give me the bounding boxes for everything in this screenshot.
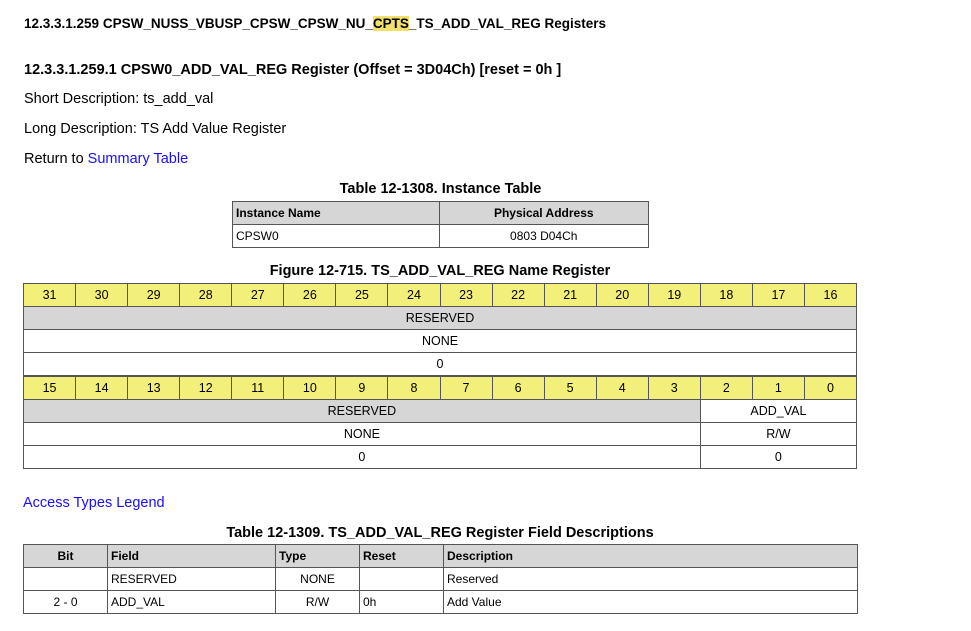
bit-number-cell: 0	[803, 376, 858, 400]
bit-number-cell: 3	[647, 376, 701, 400]
bit-number-cell: 22	[491, 283, 545, 307]
bit-number-cell: 8	[387, 376, 441, 400]
reset-cell	[359, 567, 444, 591]
instance-name-header: Instance Name	[232, 201, 440, 225]
return-to-line: Return to Summary Table	[24, 151, 188, 167]
section-title-prefix: 12.3.3.1.259 CPSW_NUSS_VBUSP_CPSW_CPSW_N…	[24, 16, 373, 31]
long-description: Long Description: TS Add Value Register	[24, 121, 287, 137]
reset-cell: 0h	[359, 590, 444, 614]
access-types-legend-link[interactable]: Access Types Legend	[23, 495, 165, 511]
field-header: Field	[107, 544, 276, 568]
return-to-prefix: Return to	[24, 151, 88, 167]
bit-number-cell: 29	[127, 283, 181, 307]
summary-table-link[interactable]: Summary Table	[88, 151, 188, 167]
bit-number-cell: 24	[387, 283, 441, 307]
bit-number-cell: 10	[283, 376, 337, 400]
bit-number-cell: 19	[647, 283, 701, 307]
lower-reserved-reset: 0	[23, 445, 701, 469]
bit-header: Bit	[23, 544, 108, 568]
reset-header: Reset	[359, 544, 444, 568]
bit-number-cell: 20	[595, 283, 649, 307]
bit-number-cell: 26	[283, 283, 337, 307]
bit-number-cell: 18	[699, 283, 753, 307]
bit-number-cell: 15	[22, 376, 77, 400]
register-lower-half: 15 14 13 12 11 10 9 8 7 6 5 4 3 2 1 0 RESERVED ADD_VAL …	[22, 376, 858, 469]
register-upper-half: 31 30 29 28 27 26 25 24 23 22 21 20 19 18 17 16 RESERVE…	[22, 283, 858, 376]
bit-number-cell: 2	[699, 376, 753, 400]
bit-number-cell: 21	[543, 283, 597, 307]
short-description: Short Description: ts_add_val	[24, 91, 214, 107]
table-row: RESERVED NONE Reserved	[23, 567, 858, 591]
description-cell: Add Value	[443, 590, 858, 614]
bit-number-cell: 9	[335, 376, 389, 400]
instance-table-caption: Table 12-1308. Instance Table	[339, 181, 542, 197]
bit-number-cell: 23	[439, 283, 493, 307]
bit-number-cell: 17	[751, 283, 805, 307]
bit-cell	[23, 567, 108, 591]
bit-number-cell: 1	[751, 376, 805, 400]
bit-number-cell: 12	[179, 376, 233, 400]
description-header: Description	[443, 544, 858, 568]
bit-number-cell: 13	[127, 376, 181, 400]
type-cell: NONE	[275, 567, 360, 591]
section-title: 12.3.3.1.259 CPSW_NUSS_VBUSP_CPSW_CPSW_N…	[24, 16, 606, 31]
bit-cell: 2 - 0	[23, 590, 108, 614]
register-title: 12.3.3.1.259.1 CPSW0_ADD_VAL_REG Registe…	[24, 62, 562, 78]
type-header: Type	[275, 544, 360, 568]
add-val-type: R/W	[699, 422, 858, 446]
bit-number-cell: 5	[543, 376, 597, 400]
bit-number-cell: 25	[335, 283, 389, 307]
lower-reserved-name: RESERVED	[23, 399, 701, 423]
upper-field-name: RESERVED	[23, 306, 857, 330]
bit-number-cell: 30	[75, 283, 129, 307]
bit-number-cell: 6	[491, 376, 545, 400]
bit-number-cell: 31	[22, 283, 77, 307]
lower-reserved-type: NONE	[23, 422, 701, 446]
upper-field-reset: 0	[23, 352, 857, 376]
add-val-name: ADD_VAL	[699, 399, 858, 423]
bit-number-cell: 7	[439, 376, 493, 400]
bit-number-cell: 14	[75, 376, 129, 400]
description-cell: Reserved	[443, 567, 858, 591]
field-cell: ADD_VAL	[107, 590, 276, 614]
upper-field-type: NONE	[23, 329, 857, 353]
physical-address-cell: 0803 D04Ch	[438, 224, 649, 248]
field-table-caption: Table 12-1309. TS_ADD_VAL_REG Register F…	[226, 525, 654, 541]
bit-number-cell: 27	[231, 283, 285, 307]
section-title-highlight: CPTS	[372, 16, 409, 31]
bit-number-row: 31 30 29 28 27 26 25 24 23 22 21 20 19 18 17 16	[22, 283, 858, 307]
field-descriptions-table: Bit Field Type Reset Description RESERVE…	[23, 544, 858, 614]
bit-number-cell: 4	[595, 376, 649, 400]
section-title-suffix: _TS_ADD_VAL_REG Registers	[408, 16, 606, 31]
bit-number-cell: 16	[803, 283, 858, 307]
bit-number-row: 15 14 13 12 11 10 9 8 7 6 5 4 3 2 1 0	[22, 376, 858, 400]
instance-table: Instance Name Physical Address CPSW0 080…	[232, 201, 649, 248]
bit-number-cell: 11	[231, 376, 285, 400]
register-figure-caption: Figure 12-715. TS_ADD_VAL_REG Name Regis…	[269, 263, 611, 279]
table-row: 2 - 0 ADD_VAL R/W 0h Add Value	[23, 590, 858, 614]
physical-address-header: Physical Address	[438, 201, 649, 225]
instance-name-cell: CPSW0	[232, 224, 440, 248]
table-row: CPSW0 0803 D04Ch	[232, 224, 649, 248]
field-cell: RESERVED	[107, 567, 276, 591]
add-val-reset: 0	[699, 445, 858, 469]
bit-number-cell: 28	[179, 283, 233, 307]
type-cell: R/W	[275, 590, 360, 614]
